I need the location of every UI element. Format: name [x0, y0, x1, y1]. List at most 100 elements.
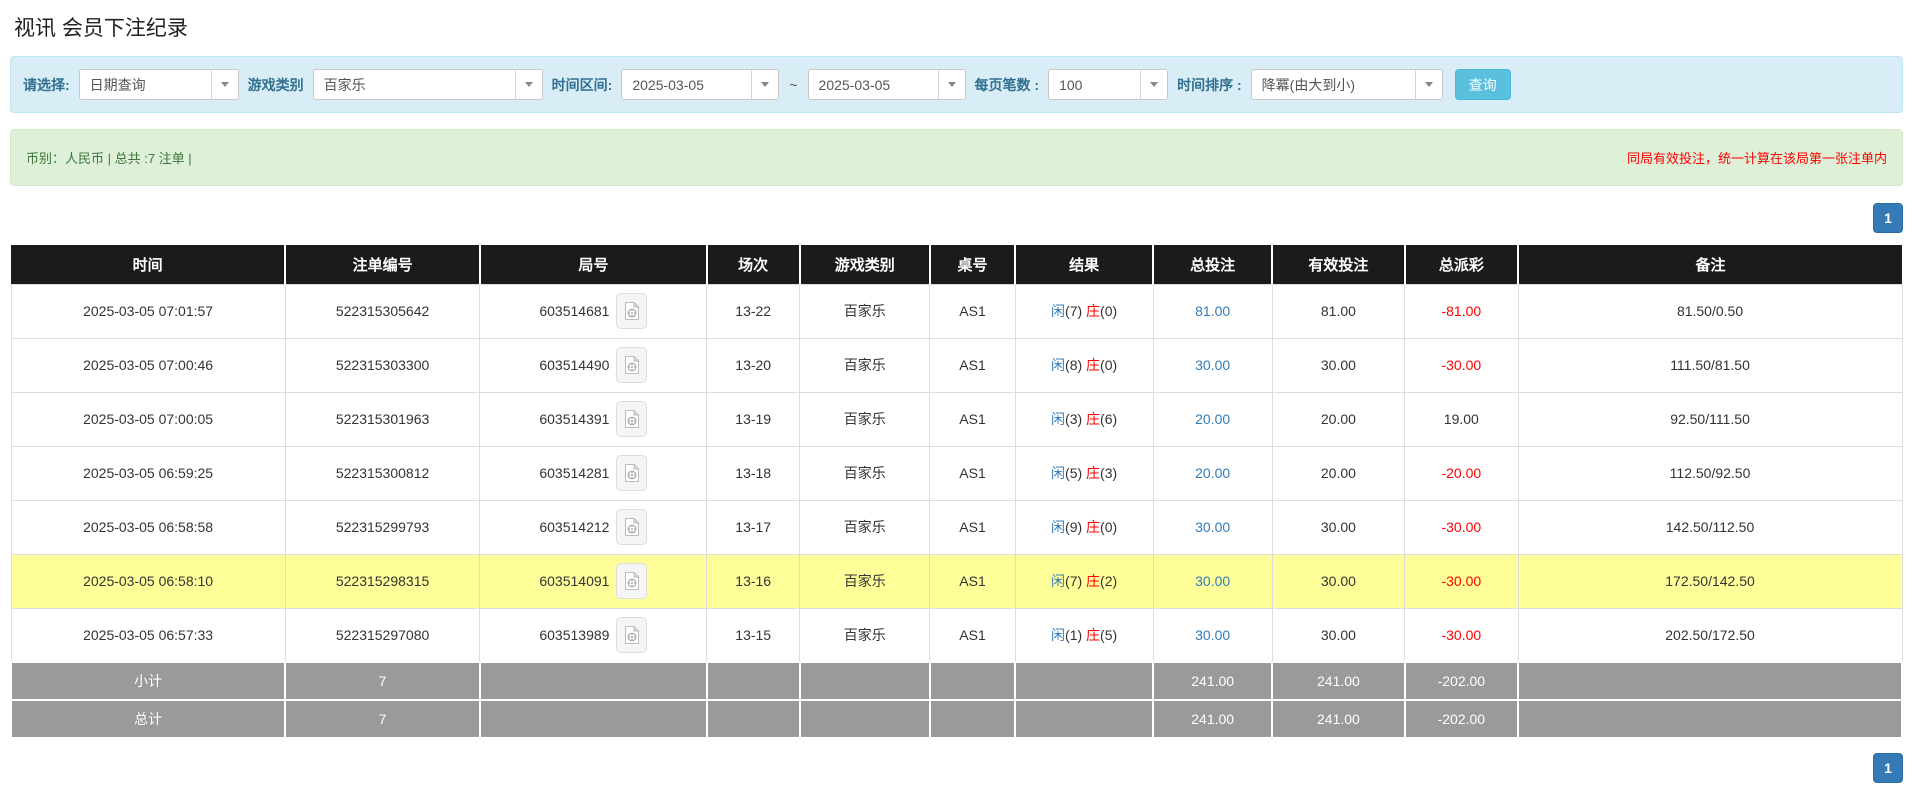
table-row: 2025-03-05 07:00:46522315303300603514490…: [11, 338, 1902, 392]
pagination-page-1-button[interactable]: 1: [1873, 203, 1903, 233]
round-id-text: 603514281: [539, 465, 609, 481]
total-count: 7: [285, 700, 480, 738]
cell-payout: -30.00: [1405, 554, 1518, 608]
total-bet-link[interactable]: 81.00: [1195, 303, 1230, 319]
chevron-down-icon[interactable]: [1140, 70, 1167, 99]
range-separator: ~: [789, 77, 797, 93]
cell-payout: -30.00: [1405, 608, 1518, 662]
cell-round-id: 603514212: [480, 500, 707, 554]
page-size-dropdown[interactable]: 100: [1048, 69, 1168, 100]
game-type-value: 百家乐: [314, 70, 515, 99]
cell-remark: 81.50/0.50: [1518, 284, 1902, 338]
cell-bet-id: 522315300812: [285, 446, 480, 500]
total-bet-link[interactable]: 20.00: [1195, 411, 1230, 427]
betting-records-table: 时间 注单编号 局号 场次 游戏类别 桌号 结果 总投注 有效投注 总派彩 备注…: [10, 245, 1903, 739]
chevron-down-icon[interactable]: [1415, 70, 1442, 99]
banker-result-count: (6): [1100, 411, 1117, 427]
round-id-text: 603514091: [539, 573, 609, 589]
cell-remark: 92.50/111.50: [1518, 392, 1902, 446]
video-replay-button[interactable]: [616, 455, 647, 491]
game-type-dropdown[interactable]: 百家乐: [313, 69, 543, 100]
player-result-count: (5): [1065, 465, 1086, 481]
cell-total-bet: 20.00: [1153, 392, 1272, 446]
cell-table-no: AS1: [930, 608, 1015, 662]
cell-payout: -30.00: [1405, 500, 1518, 554]
player-result-label: 闲: [1051, 573, 1065, 589]
sort-order-dropdown[interactable]: 降冪(由大到小): [1251, 69, 1443, 100]
cell-game-type: 百家乐: [800, 554, 930, 608]
date-to-dropdown[interactable]: 2025-03-05: [808, 69, 966, 100]
chevron-down-icon[interactable]: [751, 70, 778, 99]
banker-result-count: (0): [1100, 303, 1117, 319]
cell-total-bet: 30.00: [1153, 554, 1272, 608]
cell-remark: 111.50/81.50: [1518, 338, 1902, 392]
table-row: 2025-03-05 07:01:57522315305642603514681…: [11, 284, 1902, 338]
total-bet-link[interactable]: 30.00: [1195, 627, 1230, 643]
video-replay-button[interactable]: [616, 347, 647, 383]
cell-result: 闲(7) 庄(2): [1015, 554, 1153, 608]
cell-table-no: AS1: [930, 446, 1015, 500]
cell-valid-bet: 20.00: [1272, 446, 1404, 500]
cell-session: 13-22: [707, 284, 800, 338]
video-replay-button[interactable]: [616, 293, 647, 329]
total-bet-link[interactable]: 30.00: [1195, 573, 1230, 589]
search-button[interactable]: 查询: [1455, 69, 1511, 100]
film-document-icon: [624, 625, 640, 645]
header-time: 时间: [11, 245, 285, 284]
date-from-dropdown[interactable]: 2025-03-05: [621, 69, 779, 100]
table-row: 2025-03-05 06:58:10522315298315603514091…: [11, 554, 1902, 608]
banker-result-label: 庄: [1086, 303, 1100, 319]
total-bet-link[interactable]: 30.00: [1195, 519, 1230, 535]
cell-session: 13-16: [707, 554, 800, 608]
chevron-down-icon[interactable]: [211, 70, 238, 99]
cell-round-id: 603514391: [480, 392, 707, 446]
total-payout: -202.00: [1405, 700, 1518, 738]
filter-panel: 请选择: 日期查询 游戏类别 百家乐 时间区间: 2025-03-05 ~ 20…: [10, 56, 1903, 113]
cell-bet-id: 522315299793: [285, 500, 480, 554]
player-result-label: 闲: [1051, 519, 1065, 535]
summary-bar: 币别：人民币 | 总共 :7 注单 | 同局有效投注，统一计算在该局第一张注单内: [10, 129, 1903, 186]
cell-payout: -30.00: [1405, 338, 1518, 392]
cell-round-id: 603514091: [480, 554, 707, 608]
total-bet-link[interactable]: 30.00: [1195, 357, 1230, 373]
banker-result-label: 庄: [1086, 465, 1100, 481]
sort-order-value: 降冪(由大到小): [1252, 70, 1415, 99]
chevron-down-icon[interactable]: [515, 70, 542, 99]
film-document-icon: [624, 517, 640, 537]
valid-bet-notice: 同局有效投注，统一计算在该局第一张注单内: [1627, 148, 1887, 167]
cell-round-id: 603514281: [480, 446, 707, 500]
total-label: 总计: [11, 700, 285, 738]
video-replay-button[interactable]: [616, 509, 647, 545]
sort-order-label: 时间排序 :: [1177, 75, 1242, 95]
video-replay-button[interactable]: [616, 401, 647, 437]
cell-time: 2025-03-05 07:00:46: [11, 338, 285, 392]
cell-session: 13-18: [707, 446, 800, 500]
table-row: 2025-03-05 07:00:05522315301963603514391…: [11, 392, 1902, 446]
cell-time: 2025-03-05 07:01:57: [11, 284, 285, 338]
query-type-dropdown[interactable]: 日期查询: [79, 69, 239, 100]
cell-valid-bet: 30.00: [1272, 500, 1404, 554]
cell-valid-bet: 30.00: [1272, 608, 1404, 662]
chevron-down-icon[interactable]: [938, 70, 965, 99]
video-replay-button[interactable]: [616, 617, 647, 653]
video-replay-button[interactable]: [616, 563, 647, 599]
cell-result: 闲(3) 庄(6): [1015, 392, 1153, 446]
cell-total-bet: 30.00: [1153, 608, 1272, 662]
round-id-text: 603514681: [539, 303, 609, 319]
cell-table-no: AS1: [930, 554, 1015, 608]
banker-result-count: (0): [1100, 357, 1117, 373]
round-id-text: 603513989: [539, 627, 609, 643]
pagination-page-1-button[interactable]: 1: [1873, 753, 1903, 783]
cell-result: 闲(5) 庄(3): [1015, 446, 1153, 500]
header-session: 场次: [707, 245, 800, 284]
banker-result-count: (5): [1100, 627, 1117, 643]
table-header: 时间 注单编号 局号 场次 游戏类别 桌号 结果 总投注 有效投注 总派彩 备注: [11, 245, 1902, 284]
total-bet-link[interactable]: 20.00: [1195, 465, 1230, 481]
cell-remark: 172.50/142.50: [1518, 554, 1902, 608]
player-result-label: 闲: [1051, 627, 1065, 643]
betting-records-page: 视讯 会员下注纪录 请选择: 日期查询 游戏类别 百家乐 时间区间: 2025-…: [0, 0, 1913, 783]
player-result-label: 闲: [1051, 465, 1065, 481]
player-result-count: (7): [1065, 303, 1086, 319]
cell-result: 闲(7) 庄(0): [1015, 284, 1153, 338]
cell-time: 2025-03-05 06:57:33: [11, 608, 285, 662]
